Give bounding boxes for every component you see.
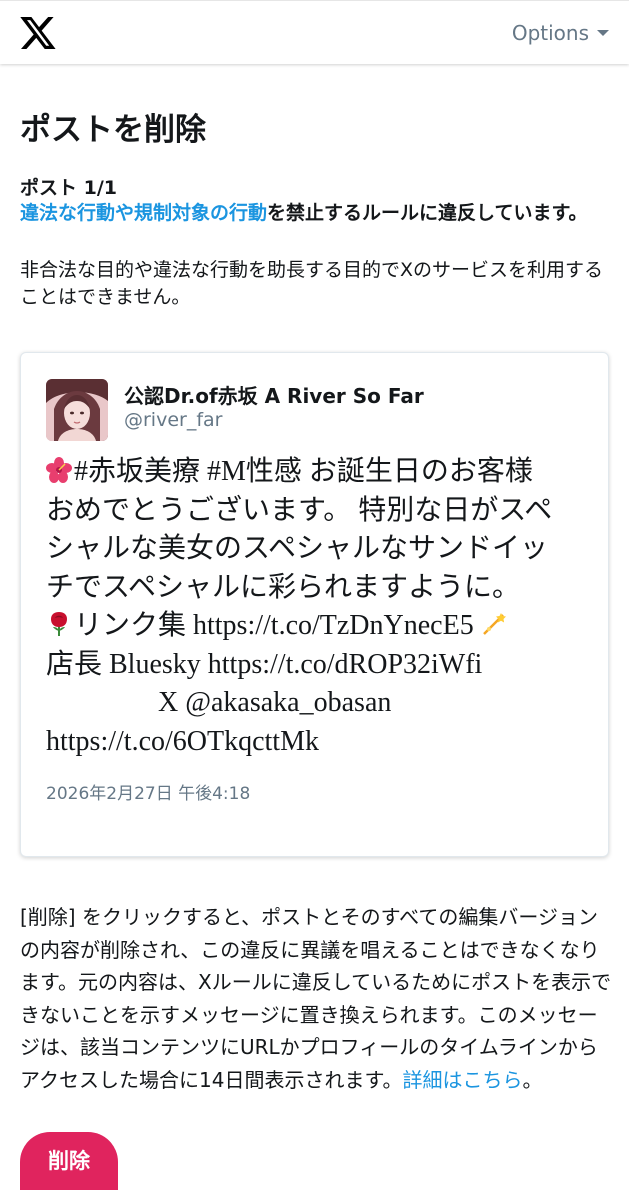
tweet-line: X @akasaka_obasan (158, 687, 392, 718)
page-title: ポストを削除 (20, 112, 206, 148)
tweet-line: #赤坂美療 #M性感 お誕生日のお客様 (46, 453, 601, 492)
x-logo-icon[interactable] (20, 17, 56, 49)
hibiscus-icon (46, 457, 72, 483)
options-menu[interactable]: Options (512, 21, 609, 45)
delete-notice: [削除] をクリックすると、ポストとそのすべての編集バージョンの内容が削除され、… (20, 905, 612, 1092)
delete-button[interactable]: 削除 (20, 1132, 118, 1190)
tweet-text: #赤坂美療 #M性感 お誕生日のお客様 おめでとうございます。 特別な日がスペ … (46, 453, 601, 761)
author-handle[interactable]: @river_far (124, 409, 222, 431)
options-label[interactable]: Options (512, 21, 589, 45)
author-name[interactable]: 公認Dr.of赤坂 A River So Far (124, 380, 424, 409)
learn-more-link[interactable]: 詳細はこちら (402, 1068, 522, 1092)
rule-link[interactable]: 違法な行動や規制対象の行動 (20, 202, 267, 224)
avatar (46, 379, 108, 441)
notice-text: [削除] をクリックすると、ポストとそのすべての編集バージョンの内容が削除され、… (20, 905, 612, 1092)
tweet-line: おめでとうございます。 特別な日がスペ (46, 494, 553, 526)
tweet-line: リンク集 https://t.co/TzDnYnecE5 (46, 607, 601, 646)
top-bar: Options (0, 0, 629, 64)
dizzy-icon (482, 613, 506, 635)
chevron-down-icon (597, 30, 609, 36)
tweet-line: https://t.co/6OTkqcttMk (46, 725, 319, 757)
tweet-line: シャルな美女のスペシャルなサンドイッ (46, 533, 549, 564)
rule-text: を禁止するルールに違反しています。 (267, 202, 588, 224)
rose-icon (51, 612, 67, 636)
tweet-card: 公認Dr.of赤坂 A River So Far @river_far #赤坂美… (20, 352, 609, 857)
violated-rule: 違法な行動や規制対象の行動を禁止するルールに違反しています。 (20, 200, 610, 227)
tweet-timestamp: 2026年2月27日 午後4:18 (46, 784, 251, 804)
tweet-line: チでスペシャルに彩られますように。 (46, 571, 521, 603)
tweet-line: 店長 Bluesky https://t.co/dROP32iWfi (46, 648, 483, 680)
rule-description: 非合法な目的や違法な行動を助長する目的でXのサービスを利用することはできません。 (20, 259, 604, 308)
post-count: ポスト 1/1 (20, 177, 117, 199)
